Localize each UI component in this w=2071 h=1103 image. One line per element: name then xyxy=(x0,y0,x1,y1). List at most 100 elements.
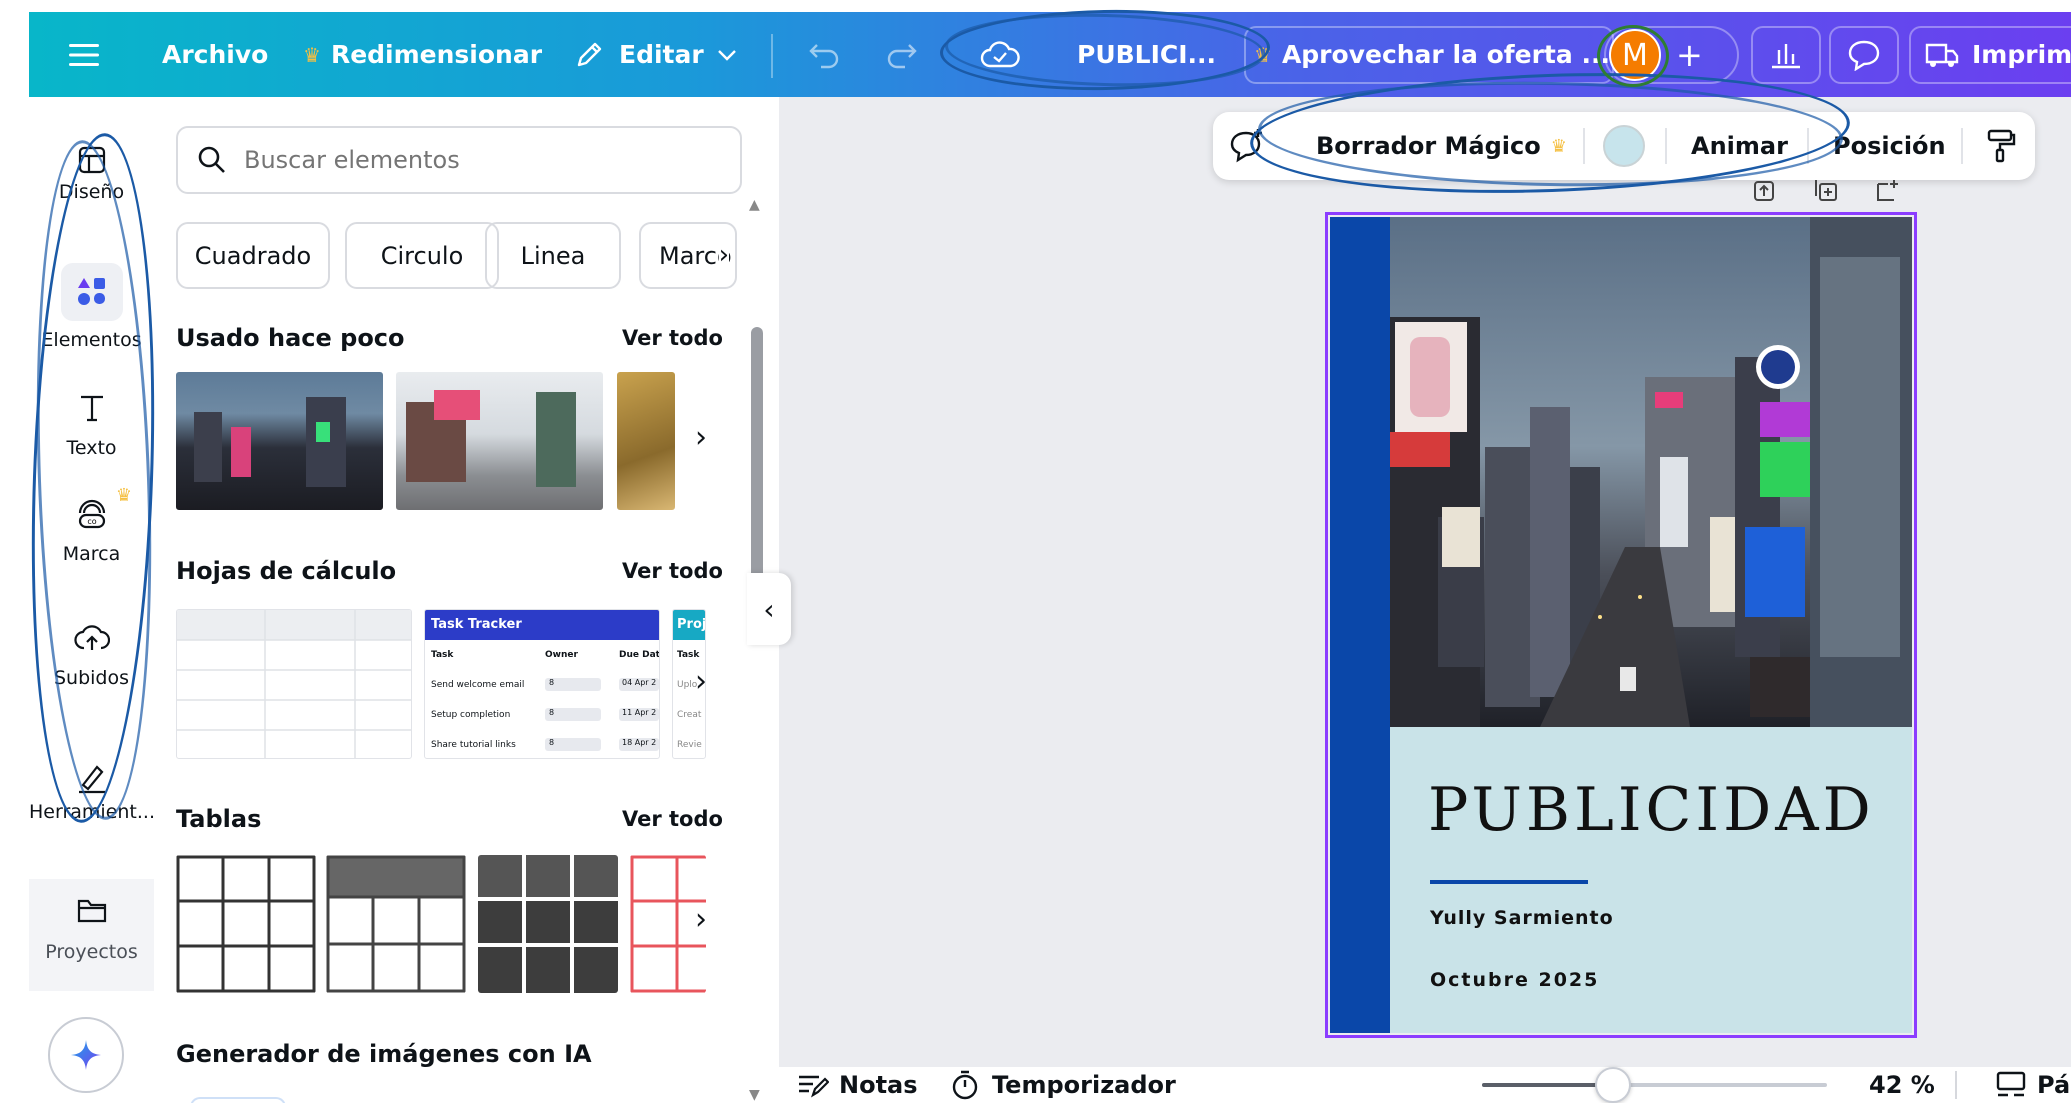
rail-item-elements[interactable]: Elementos xyxy=(29,263,154,351)
city-photo[interactable] xyxy=(1390,217,1912,727)
resize-button[interactable]: ♛ Redimensionar xyxy=(303,12,542,97)
redo-icon xyxy=(887,43,917,68)
divider xyxy=(1583,128,1585,164)
add-page-icon xyxy=(1815,180,1837,201)
copy-style-button[interactable] xyxy=(1986,112,2016,180)
notes-label: Notas xyxy=(839,1071,918,1099)
animate-button[interactable]: Animar xyxy=(1691,112,1788,180)
chip-square[interactable]: Cuadrado xyxy=(176,222,330,289)
zoom-slider[interactable] xyxy=(1482,1067,1827,1103)
table-thumbnail-dark[interactable] xyxy=(478,855,618,993)
scrollbar-thumb[interactable] xyxy=(751,327,763,607)
chevron-right-icon[interactable]: › xyxy=(695,664,707,699)
panel-scrollbar[interactable]: ▲ ▼ xyxy=(747,197,767,1103)
offer-button[interactable]: ♛ Aprovechar la oferta ... xyxy=(1254,12,1610,97)
tt-row-owner: 8 xyxy=(545,678,601,691)
brand-icon: co xyxy=(29,493,154,535)
chevron-right-icon[interactable]: › xyxy=(718,240,729,270)
rail-label: Marca xyxy=(62,543,121,565)
accent-bar xyxy=(1330,217,1390,1033)
chevron-right-icon[interactable]: › xyxy=(695,902,707,937)
recent-thumbnail-shibuya-2[interactable] xyxy=(396,372,603,510)
tables-see-all-link[interactable]: Ver todo xyxy=(622,807,723,831)
page-author[interactable]: Yully Sarmiento xyxy=(1430,907,1614,929)
pages-label: Pá xyxy=(2037,1071,2071,1099)
scroll-up-icon[interactable]: ▲ xyxy=(749,197,760,213)
tt-row-owner: 8 xyxy=(545,738,601,751)
divider xyxy=(1961,128,1963,164)
cloud-saved-button[interactable] xyxy=(980,12,1020,97)
add-comment-button[interactable] xyxy=(1228,112,1266,180)
comment-icon xyxy=(1848,40,1880,71)
rail-item-projects[interactable]: Proyectos xyxy=(29,879,154,991)
tt-row-task: Send welcome email xyxy=(431,680,525,690)
tt-header-due: Due Date xyxy=(619,650,660,660)
chevron-right-icon[interactable]: › xyxy=(695,420,707,455)
print-button[interactable]: Imprimi xyxy=(1924,12,2071,97)
chevron-down-icon xyxy=(717,49,736,61)
main-menu-button[interactable] xyxy=(69,12,99,97)
hamburger-menu-icon xyxy=(69,43,99,66)
crown-icon: ♛ xyxy=(303,42,321,67)
page-actions xyxy=(1750,178,1910,208)
blank-spreadsheet-thumbnail[interactable] xyxy=(176,609,412,759)
table-thumbnail-header[interactable] xyxy=(326,855,466,993)
notes-button[interactable]: Notas xyxy=(797,1067,918,1103)
side-rail: Diseño Elementos Texto ♛ co Marca Subido… xyxy=(29,97,155,997)
magic-assistant-button[interactable] xyxy=(48,1017,124,1093)
rail-item-uploads[interactable]: Subidos xyxy=(29,617,154,689)
chip-circle[interactable]: Circulo xyxy=(345,222,499,289)
magic-eraser-button[interactable]: Borrador Mágico ♛ xyxy=(1316,112,1567,180)
cloud-check-icon xyxy=(980,40,1020,67)
sheets-see-all-link[interactable]: Ver todo xyxy=(622,559,723,583)
table-thumbnail-plain[interactable] xyxy=(176,855,316,993)
add-collaborator-button[interactable]: + xyxy=(1676,12,1703,97)
redo-button[interactable] xyxy=(885,12,919,97)
tables-title: Tablas xyxy=(176,805,262,833)
recent-see-all-link[interactable]: Ver todo xyxy=(622,326,723,350)
task-tracker-thumbnail[interactable]: Task Tracker Task Owner Due Date Send we… xyxy=(424,609,660,759)
color-swatch[interactable] xyxy=(1603,125,1645,167)
undo-icon xyxy=(809,43,839,68)
design-page[interactable]: PUBLICIDAD Yully Sarmiento Octubre 2025 xyxy=(1325,212,1917,1038)
paint-roller-icon xyxy=(1987,129,2016,163)
rail-item-tools[interactable]: Herramient... xyxy=(29,757,155,823)
rail-item-brand[interactable]: ♛ co Marca xyxy=(29,485,154,565)
edit-menu-button[interactable]: Editar xyxy=(573,12,738,97)
project-tracker-title: Proj xyxy=(673,610,705,640)
search-input[interactable] xyxy=(244,146,714,174)
design-title[interactable]: PUBLICI... xyxy=(1077,12,1216,97)
comment-plus-icon xyxy=(1230,129,1262,163)
divider xyxy=(1807,128,1809,164)
avatar[interactable]: M xyxy=(1609,29,1661,81)
zoom-slider-thumb[interactable] xyxy=(1595,1067,1632,1103)
chip-frame[interactable]: Marco › xyxy=(639,222,737,289)
crown-icon: ♛ xyxy=(1254,42,1272,67)
sparkle-icon xyxy=(71,1040,101,1070)
file-menu-button[interactable]: Archivo xyxy=(162,12,268,97)
page-date[interactable]: Octubre 2025 xyxy=(1430,969,1599,991)
comments-button[interactable] xyxy=(1847,12,1881,97)
search-box[interactable] xyxy=(176,126,742,194)
chip-line[interactable]: Linea xyxy=(485,222,621,289)
layout-icon xyxy=(29,139,154,181)
recent-thumbnail-autumn[interactable] xyxy=(617,372,675,510)
top-bar: Archivo ♛ Redimensionar Editar PUBLICI..… xyxy=(29,12,2071,97)
insights-button[interactable] xyxy=(1769,12,1803,97)
rail-item-text[interactable]: Texto xyxy=(29,387,154,459)
collapse-panel-button[interactable]: ‹ xyxy=(747,573,791,645)
bottom-bar: Notas Temporizador 42 % Pá xyxy=(779,1067,2071,1103)
undo-button[interactable] xyxy=(807,12,841,97)
position-button[interactable]: Posición xyxy=(1833,112,1946,180)
timer-button[interactable]: Temporizador xyxy=(950,1067,1176,1103)
tt-row-due: 04 Apr 2 xyxy=(619,678,659,691)
search-icon xyxy=(198,146,225,173)
scroll-down-icon[interactable]: ▼ xyxy=(749,1087,760,1103)
zoom-level[interactable]: 42 % xyxy=(1869,1067,1935,1103)
folder-icon xyxy=(29,889,154,931)
page-title[interactable]: PUBLICIDAD xyxy=(1428,775,1875,845)
rail-item-design[interactable]: Diseño xyxy=(29,139,154,203)
tt-header-owner: Owner xyxy=(545,650,578,660)
pages-button[interactable]: Pá xyxy=(1995,1067,2070,1103)
recent-thumbnail-shibuya-1[interactable] xyxy=(176,372,383,510)
